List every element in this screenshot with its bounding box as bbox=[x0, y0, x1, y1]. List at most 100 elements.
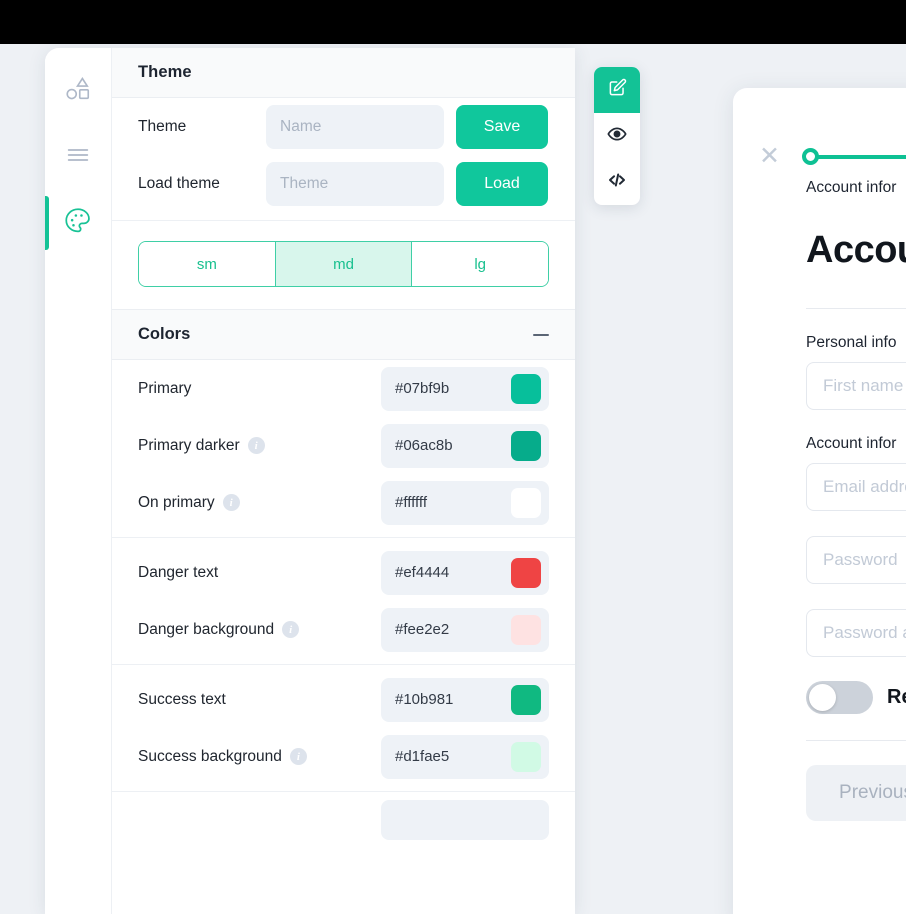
color-label-text: Success text bbox=[138, 690, 226, 708]
color-swatch[interactable] bbox=[511, 430, 541, 461]
divider bbox=[112, 537, 575, 538]
shapes-icon bbox=[63, 74, 93, 109]
color-input-danger-background[interactable]: #fee2e2 bbox=[381, 607, 549, 652]
color-hex: #10b981 bbox=[395, 691, 454, 708]
color-swatch[interactable] bbox=[511, 557, 541, 588]
color-label-text: Primary bbox=[138, 379, 192, 397]
eye-icon bbox=[607, 124, 627, 149]
step-dot-1[interactable] bbox=[801, 148, 819, 165]
divider bbox=[112, 664, 575, 665]
color-swatch[interactable] bbox=[511, 684, 541, 715]
info-icon[interactable]: i bbox=[222, 494, 240, 511]
password-input[interactable]: Password bbox=[806, 536, 906, 584]
email-input[interactable]: Email addre bbox=[806, 463, 906, 511]
divider bbox=[806, 308, 906, 309]
color-label: Success background i bbox=[138, 748, 381, 766]
color-hex: #06ac8b bbox=[395, 437, 453, 454]
size-segmented-control: sm md lg bbox=[138, 241, 549, 287]
colors-section-header[interactable]: Colors bbox=[112, 309, 575, 360]
active-indicator bbox=[45, 196, 49, 250]
close-icon[interactable]: ✕ bbox=[759, 144, 780, 169]
color-label-text: Danger text bbox=[138, 563, 219, 581]
color-input-primary[interactable]: #07bf9b bbox=[381, 366, 549, 411]
palette-icon bbox=[62, 205, 94, 242]
previous-button[interactable]: Previous bbox=[806, 765, 906, 821]
color-input-danger-text[interactable]: #ef4444 bbox=[381, 550, 549, 595]
colors-section-title: Colors bbox=[138, 325, 191, 343]
color-group-success: Success text #10b981 Success background … bbox=[112, 671, 575, 785]
minus-icon[interactable] bbox=[533, 327, 549, 343]
password-again-input[interactable]: Password a bbox=[806, 609, 906, 657]
first-name-input[interactable]: First name bbox=[806, 362, 906, 410]
color-label: Primary bbox=[138, 380, 381, 398]
panel-header: Theme bbox=[112, 48, 575, 98]
size-option-lg[interactable]: lg bbox=[412, 242, 548, 286]
color-hex: #07bf9b bbox=[395, 380, 450, 397]
divider bbox=[112, 791, 575, 792]
color-row: Primary darker i #06ac8b bbox=[138, 417, 549, 474]
theme-panel: Theme Theme Save Load theme Theme bbox=[111, 48, 575, 914]
color-label: On primary i bbox=[138, 494, 381, 512]
theme-name-label: Theme bbox=[138, 117, 187, 135]
active-indicator bbox=[45, 130, 49, 184]
color-row: Danger background i #fee2e2 bbox=[138, 601, 549, 658]
color-row: On primary i #ffffff bbox=[138, 474, 549, 531]
code-mode-button[interactable] bbox=[594, 159, 640, 205]
app-viewport: Theme Theme Save Load theme Theme bbox=[0, 44, 906, 914]
save-button[interactable]: Save bbox=[456, 104, 548, 149]
menu-lines-icon bbox=[63, 140, 93, 175]
color-hex: #ffffff bbox=[395, 494, 427, 511]
size-option-sm[interactable]: sm bbox=[139, 242, 276, 286]
info-icon[interactable]: i bbox=[282, 621, 300, 638]
color-hex: #d1fae5 bbox=[395, 748, 450, 765]
color-row: Success text #10b981 bbox=[138, 671, 549, 728]
color-group-primary: Primary #07bf9b Primary darker i #06ac8b… bbox=[112, 360, 575, 531]
color-label-text: On primary bbox=[138, 493, 215, 511]
edit-square-icon bbox=[608, 78, 627, 102]
color-row: Danger text #ef4444 bbox=[138, 544, 549, 601]
color-group-danger: Danger text #ef4444 Danger background i bbox=[112, 544, 575, 658]
color-hex: #fee2e2 bbox=[395, 621, 450, 638]
color-label: Danger text bbox=[138, 564, 381, 582]
color-input-success-text[interactable]: #10b981 bbox=[381, 677, 549, 722]
color-label-text: Primary darker bbox=[138, 436, 240, 454]
color-input-on-primary[interactable]: #ffffff bbox=[381, 480, 549, 525]
color-row: Success background i #d1fae5 bbox=[138, 728, 549, 785]
theme-form: Theme Save Load theme Theme Load bbox=[112, 98, 575, 212]
theme-name-input[interactable] bbox=[266, 104, 444, 149]
info-icon[interactable]: i bbox=[247, 437, 265, 454]
color-label: Success text bbox=[138, 691, 381, 709]
active-indicator bbox=[45, 64, 49, 118]
edit-mode-button[interactable] bbox=[594, 67, 640, 113]
stepper bbox=[801, 148, 906, 166]
color-row: Primary #07bf9b bbox=[138, 360, 549, 417]
preview-heading: Accou bbox=[806, 229, 906, 271]
toggle-knob bbox=[809, 684, 836, 711]
divider bbox=[806, 740, 906, 741]
load-theme-row: Load theme Theme Load bbox=[138, 155, 549, 212]
preview-mode-button[interactable] bbox=[594, 113, 640, 159]
size-option-md[interactable]: md bbox=[275, 242, 413, 286]
color-input-primary-darker[interactable]: #06ac8b bbox=[381, 423, 549, 468]
sidebar-item-layout[interactable] bbox=[45, 124, 111, 190]
color-input-partial[interactable] bbox=[381, 800, 549, 840]
color-row-partial bbox=[112, 798, 575, 842]
sidebar-item-theme[interactable] bbox=[45, 190, 111, 256]
color-swatch[interactable] bbox=[511, 741, 541, 772]
sidebar-item-components[interactable] bbox=[45, 58, 111, 124]
load-theme-select[interactable]: Theme bbox=[266, 161, 444, 206]
mode-toolbar bbox=[594, 67, 640, 205]
theme-editor-card: Theme Theme Save Load theme Theme bbox=[45, 48, 575, 914]
step-label: Account infor bbox=[806, 179, 897, 196]
info-icon[interactable]: i bbox=[289, 748, 307, 765]
theme-name-row: Theme Save bbox=[138, 98, 549, 155]
color-swatch[interactable] bbox=[511, 373, 541, 404]
color-swatch[interactable] bbox=[511, 487, 541, 518]
load-button[interactable]: Load bbox=[456, 161, 548, 206]
sidebar-rail bbox=[45, 48, 111, 914]
color-swatch[interactable] bbox=[511, 614, 541, 645]
color-label: Primary darker i bbox=[138, 437, 381, 455]
remember-me-toggle[interactable] bbox=[806, 681, 873, 714]
color-input-success-background[interactable]: #d1fae5 bbox=[381, 734, 549, 779]
remember-me-label: Rem bbox=[887, 686, 906, 708]
